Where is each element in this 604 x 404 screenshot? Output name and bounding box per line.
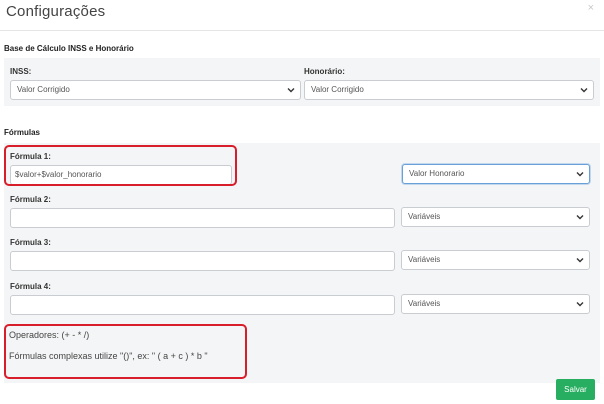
base-calculo-heading: Base de Cálculo INSS e Honorário — [4, 44, 134, 53]
inss-label: INSS: — [10, 67, 32, 76]
formula-3-select-value: Variáveis — [408, 255, 441, 264]
chevron-down-icon — [287, 88, 295, 93]
formula-1-highlight — [4, 145, 237, 186]
close-icon[interactable]: × — [588, 3, 594, 14]
save-button[interactable]: Salvar — [556, 379, 595, 400]
inss-select-value: Valor Corrigido — [17, 85, 70, 94]
base-calculo-panel: INSS: Valor Corrigido Honorário: Valor C… — [4, 58, 600, 106]
chevron-down-icon — [576, 215, 584, 220]
inss-select[interactable]: Valor Corrigido — [10, 80, 301, 100]
formula-1-select-value: Valor Honorario — [409, 169, 465, 178]
chevron-down-icon — [576, 172, 584, 177]
formula-2-label: Fórmula 2: — [10, 195, 51, 204]
formula-4-select-value: Variáveis — [408, 299, 441, 308]
formula-3-input[interactable] — [10, 251, 395, 271]
formula-3-label: Fórmula 3: — [10, 238, 51, 247]
formula-2-select[interactable]: Variáveis — [401, 207, 590, 227]
modal-header: Configurações × — [0, 0, 604, 31]
formula-4-select[interactable]: Variáveis — [401, 294, 590, 314]
formula-3-select[interactable]: Variáveis — [401, 250, 590, 270]
formula-4-label: Fórmula 4: — [10, 282, 51, 291]
modal-title: Configurações — [6, 3, 106, 20]
honorario-label: Honorário: — [304, 67, 345, 76]
chevron-down-icon — [580, 88, 588, 93]
chevron-down-icon — [576, 302, 584, 307]
operators-highlight — [4, 324, 247, 379]
formula-2-select-value: Variáveis — [408, 212, 441, 221]
formulas-heading: Fórmulas — [4, 128, 41, 137]
formula-4-input[interactable] — [10, 295, 395, 315]
formula-2-input[interactable] — [10, 208, 395, 228]
configuracoes-modal: Configurações × Base de Cálculo INSS e H… — [0, 0, 604, 404]
honorario-select-value: Valor Corrigido — [311, 85, 364, 94]
chevron-down-icon — [576, 258, 584, 263]
honorario-select[interactable]: Valor Corrigido — [304, 80, 594, 100]
formula-1-select[interactable]: Valor Honorario — [402, 164, 590, 184]
